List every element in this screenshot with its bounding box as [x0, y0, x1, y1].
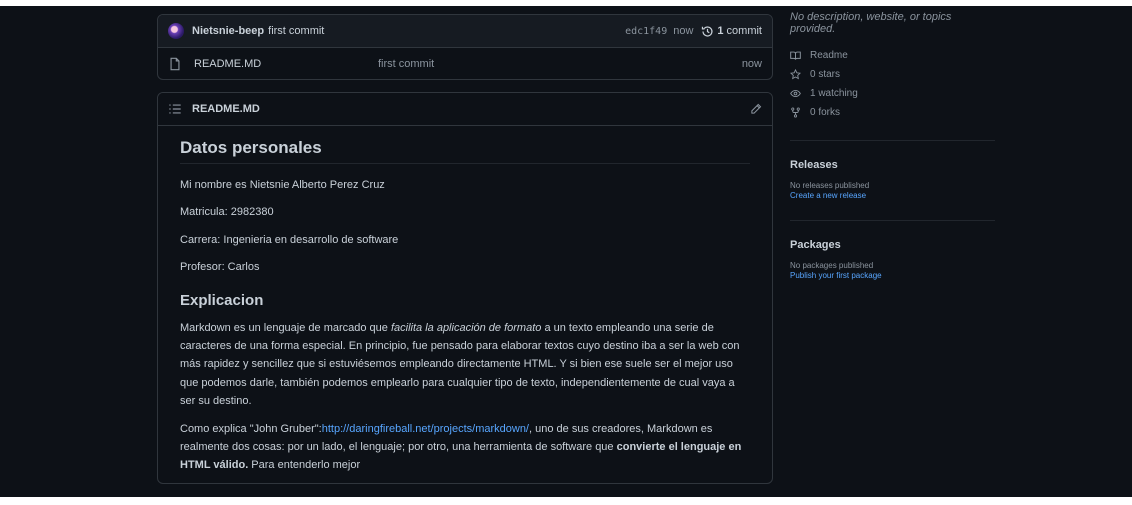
book-icon: [790, 51, 801, 60]
forks-count: 0 forks: [810, 107, 841, 118]
text-run: Markdown es un lenguaje de marcado que: [180, 321, 391, 334]
publish-package-link[interactable]: Publish your first package: [790, 271, 995, 281]
file-commit-message-link[interactable]: first commit: [378, 58, 434, 70]
packages-empty-text: No packages published: [790, 261, 874, 270]
history-icon: [702, 25, 713, 37]
about-sidebar: No description, website, or topics provi…: [790, 6, 995, 281]
text-run: a un texto empleando una serie de caract…: [180, 321, 740, 408]
repo-description: No description, website, or topics provi…: [790, 11, 952, 35]
readme-content: Datos personales Mi nombre es Nietsnie A…: [158, 126, 772, 475]
latest-commit-box: Nietsnie-beep first commit edc1f49 now 1…: [157, 14, 773, 80]
readme-link[interactable]: Readme: [790, 47, 995, 64]
stars-count: 0 stars: [810, 69, 841, 80]
file-icon: [170, 57, 180, 71]
fork-icon: [791, 107, 800, 118]
paragraph-markdown: Markdown es un lenguaje de marcado que f…: [180, 319, 750, 411]
heading-explicacion: Explicacion: [180, 291, 264, 309]
stars-link[interactable]: 0 stars: [790, 66, 995, 83]
text-run: Para entenderlo mejor: [248, 459, 361, 472]
forks-link[interactable]: 0 forks: [790, 104, 995, 121]
releases-heading[interactable]: Releases: [790, 159, 995, 171]
commit-author-link[interactable]: Nietsnie-beep: [192, 25, 264, 37]
readme-panel: README.MD Datos personales Mi nombre es …: [157, 92, 773, 484]
file-commit-time: now: [741, 58, 762, 70]
paragraph-gruber: Como explica "John Gruber":http://daring…: [180, 420, 750, 475]
list-icon[interactable]: [168, 102, 182, 116]
releases-empty-text: No releases published: [790, 181, 870, 190]
commit-message-link[interactable]: first commit: [268, 25, 324, 37]
commit-history-link[interactable]: 1 commit: [701, 25, 762, 38]
commit-count: 1: [717, 25, 724, 37]
readme-header: README.MD: [158, 93, 772, 126]
paragraph-nombre: Mi nombre es Nietsnie Alberto Perez Cruz: [180, 179, 385, 191]
star-icon: [790, 69, 801, 80]
paragraph-profesor: Profesor: Carlos: [180, 261, 260, 274]
avatar[interactable]: [168, 23, 184, 39]
divider: [790, 220, 995, 221]
create-release-link[interactable]: Create a new release: [790, 191, 995, 201]
heading-datos-personales: Datos personales: [180, 137, 750, 164]
commit-sha-link[interactable]: edc1f49: [625, 26, 667, 37]
file-row[interactable]: README.MD first commit now: [158, 48, 772, 79]
text-run: Como explica "John Gruber":: [180, 422, 322, 435]
paragraph-matricula: Matricula: 2982380: [180, 206, 274, 219]
divider: [790, 140, 995, 141]
latest-commit-bar: Nietsnie-beep first commit edc1f49 now 1…: [158, 15, 772, 48]
daringfireball-link[interactable]: http://daringfireball.net/projects/markd…: [322, 423, 529, 435]
readme-filename-link[interactable]: README.MD: [192, 103, 260, 115]
commit-count-label: commit: [726, 25, 762, 37]
commit-time: now: [673, 25, 694, 37]
readme-link-label: Readme: [810, 50, 848, 61]
eye-icon: [790, 89, 801, 98]
repo-view: Nietsnie-beep first commit edc1f49 now 1…: [6, 6, 1126, 497]
watching-link[interactable]: 1 watching: [790, 85, 995, 102]
file-name-link[interactable]: README.MD: [194, 58, 378, 70]
paragraph-carrera: Carrera: Ingenieria en desarrollo de sof…: [180, 233, 399, 246]
pencil-icon[interactable]: [750, 103, 762, 115]
emphasis-text: facilita la aplicación de formato: [390, 321, 542, 334]
page: Nietsnie-beep first commit edc1f49 now 1…: [0, 0, 1132, 505]
packages-heading[interactable]: Packages: [790, 239, 995, 251]
main-column: Nietsnie-beep first commit edc1f49 now 1…: [157, 14, 773, 484]
watching-count: 1 watching: [810, 88, 858, 99]
